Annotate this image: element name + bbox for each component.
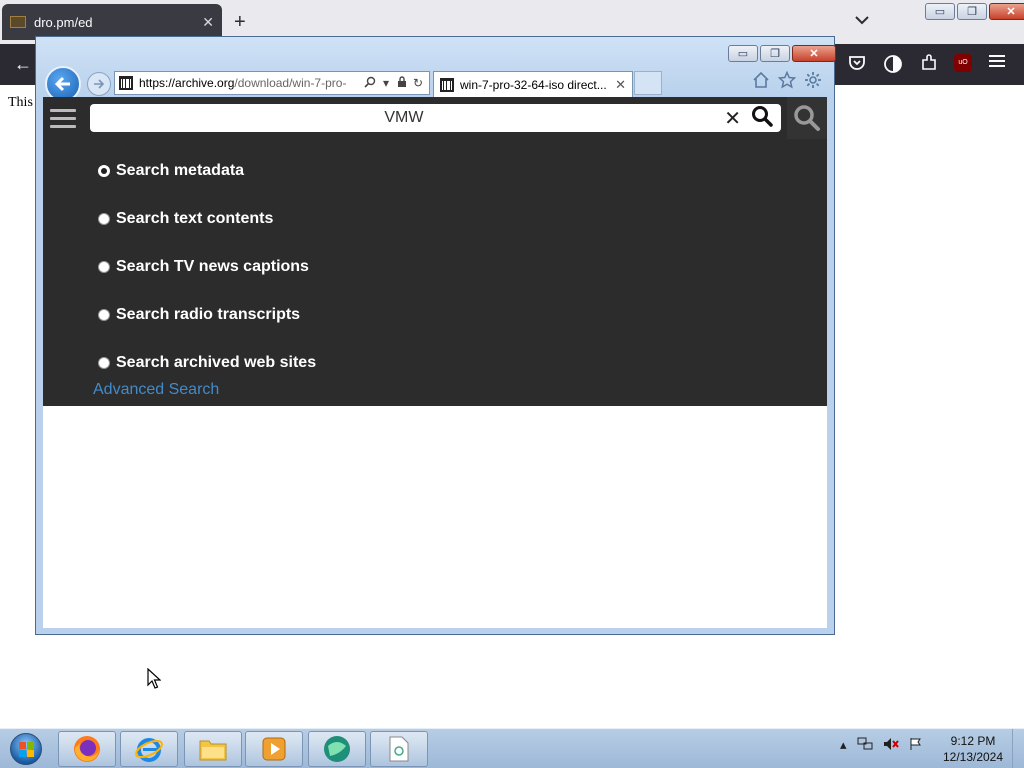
taskbar-firefox[interactable] — [58, 731, 116, 767]
settings-gear-icon[interactable] — [804, 71, 822, 94]
firefox-window-controls: ▭ ❐ ✕ — [925, 3, 1024, 20]
tab-favicon-icon — [10, 16, 26, 28]
taskbar-file-explorer[interactable] — [184, 731, 242, 767]
forward-button[interactable] — [87, 72, 111, 96]
back-button[interactable]: ← — [14, 54, 32, 75]
tab-close-icon[interactable]: ✕ — [202, 14, 214, 31]
app-globe-icon — [324, 736, 350, 762]
search-icon[interactable] — [751, 105, 773, 132]
clock-date: 12/13/2024 — [942, 750, 1004, 764]
menu-bar-icon — [50, 108, 76, 112]
option-search-metadata[interactable]: Search metadata — [98, 147, 316, 195]
ie-command-icons — [752, 70, 822, 94]
option-search-radio-transcripts[interactable]: Search radio transcripts — [98, 291, 316, 339]
option-search-tv-news-captions[interactable]: Search TV news captions — [98, 243, 316, 291]
advanced-search-link[interactable]: Advanced Search — [93, 381, 219, 399]
ie-tab-title: win-7-pro-32-64-iso direct... — [460, 77, 607, 92]
tab-close-icon[interactable]: ✕ — [615, 77, 626, 93]
clock-time: 9:12 PM — [950, 734, 996, 748]
ie-page-content: ✕ Search metadata Search text contents — [43, 97, 827, 628]
document-icon — [389, 736, 409, 762]
favorites-star-icon[interactable] — [777, 70, 797, 94]
mouse-cursor-icon — [147, 667, 162, 695]
taskbar-clock[interactable]: 9:12 PM 12/13/2024 — [940, 733, 1006, 765]
hamburger-menu-button[interactable] — [43, 97, 83, 139]
search-box: ✕ — [90, 104, 781, 132]
ie-new-tab-button[interactable] — [634, 71, 662, 95]
minimize-button[interactable]: ▭ — [728, 45, 758, 62]
hamburger-menu-icon[interactable] — [986, 54, 1008, 79]
arrow-right-icon — [94, 79, 105, 89]
menu-bar-icon — [50, 124, 76, 128]
address-bar[interactable]: https://archive.org/download/win-7-pro- … — [114, 71, 430, 95]
show-desktop-button[interactable] — [1012, 729, 1024, 768]
windows-logo-icon — [10, 733, 42, 765]
search-options: Search metadata Search text contents Sea… — [98, 147, 316, 387]
start-button[interactable] — [4, 731, 48, 767]
ie-tab-active[interactable]: win-7-pro-32-64-iso direct... ✕ — [433, 71, 633, 97]
menu-bar-icon — [50, 116, 76, 120]
firefox-tab[interactable]: dro.pm/ed ✕ — [2, 4, 222, 40]
show-hidden-icons-icon[interactable]: ▴ — [840, 737, 847, 754]
clear-search-icon[interactable]: ✕ — [724, 106, 741, 131]
refresh-icon[interactable]: ↻ — [411, 76, 425, 90]
volume-muted-icon[interactable] — [883, 737, 899, 754]
tab-title: dro.pm/ed — [34, 14, 93, 30]
firefox-toolbar-icons: uO — [846, 54, 1008, 79]
radio-icon[interactable] — [98, 357, 110, 369]
radio-selected-icon[interactable] — [98, 165, 110, 177]
taskbar-document[interactable] — [370, 731, 428, 767]
firefox-icon — [74, 736, 100, 762]
option-label: Search metadata — [116, 162, 245, 179]
radio-icon[interactable] — [98, 213, 110, 225]
radio-icon[interactable] — [98, 261, 110, 273]
arrow-left-icon — [54, 76, 70, 92]
media-player-icon — [262, 737, 286, 761]
background-page-text: This — [8, 95, 33, 110]
address-url[interactable]: https://archive.org/download/win-7-pro- — [139, 76, 361, 90]
option-label: Search text contents — [116, 210, 274, 227]
radio-icon[interactable] — [98, 309, 110, 321]
new-tab-button[interactable]: + — [234, 10, 246, 34]
option-search-archived-web-sites[interactable]: Search archived web sites — [98, 339, 316, 387]
archive-search-panel: ✕ Search metadata Search text contents — [43, 97, 827, 406]
minimize-button[interactable]: ▭ — [925, 3, 955, 20]
restore-button[interactable]: ❐ — [957, 3, 987, 20]
search-dropdown-icon[interactable] — [363, 76, 377, 91]
chevron-down-icon — [855, 16, 869, 25]
ublock-origin-icon[interactable]: uO — [954, 54, 972, 72]
taskbar-app-globe[interactable] — [308, 731, 366, 767]
search-input[interactable] — [98, 104, 715, 132]
search-toggle-button[interactable] — [787, 97, 827, 139]
account-icon[interactable] — [882, 54, 904, 79]
close-button[interactable]: ✕ — [989, 3, 1024, 20]
taskbar-internet-explorer[interactable] — [120, 731, 178, 767]
internet-explorer-window: ▭ ❐ ✕ https://archive.org/download/win-7… — [35, 36, 836, 635]
ie-window-controls: ▭ ❐ ✕ — [728, 45, 836, 62]
home-icon[interactable] — [752, 71, 770, 94]
network-icon[interactable] — [857, 737, 873, 754]
option-label: Search TV news captions — [116, 258, 309, 275]
internet-explorer-icon — [135, 738, 163, 762]
option-label: Search archived web sites — [116, 354, 317, 371]
extensions-icon[interactable] — [918, 54, 940, 79]
archive-favicon-icon — [440, 77, 454, 92]
restore-button[interactable]: ❐ — [760, 45, 790, 62]
lock-icon — [395, 75, 409, 91]
system-tray: ▴ — [840, 737, 923, 754]
taskbar: ▴ 9:12 PM 12/13/2024 — [0, 728, 1024, 768]
search-icon — [794, 105, 820, 131]
taskbar-media-player[interactable] — [245, 731, 303, 767]
file-explorer-icon — [199, 740, 227, 761]
archive-favicon-icon — [119, 76, 133, 90]
list-all-tabs-button[interactable] — [855, 12, 869, 28]
close-button[interactable]: ✕ — [792, 45, 836, 62]
pocket-icon[interactable] — [846, 54, 868, 79]
option-search-text-contents[interactable]: Search text contents — [98, 195, 316, 243]
option-label: Search radio transcripts — [116, 306, 301, 323]
action-center-flag-icon[interactable] — [909, 737, 923, 754]
chevron-down-icon[interactable]: ▾ — [379, 76, 393, 90]
